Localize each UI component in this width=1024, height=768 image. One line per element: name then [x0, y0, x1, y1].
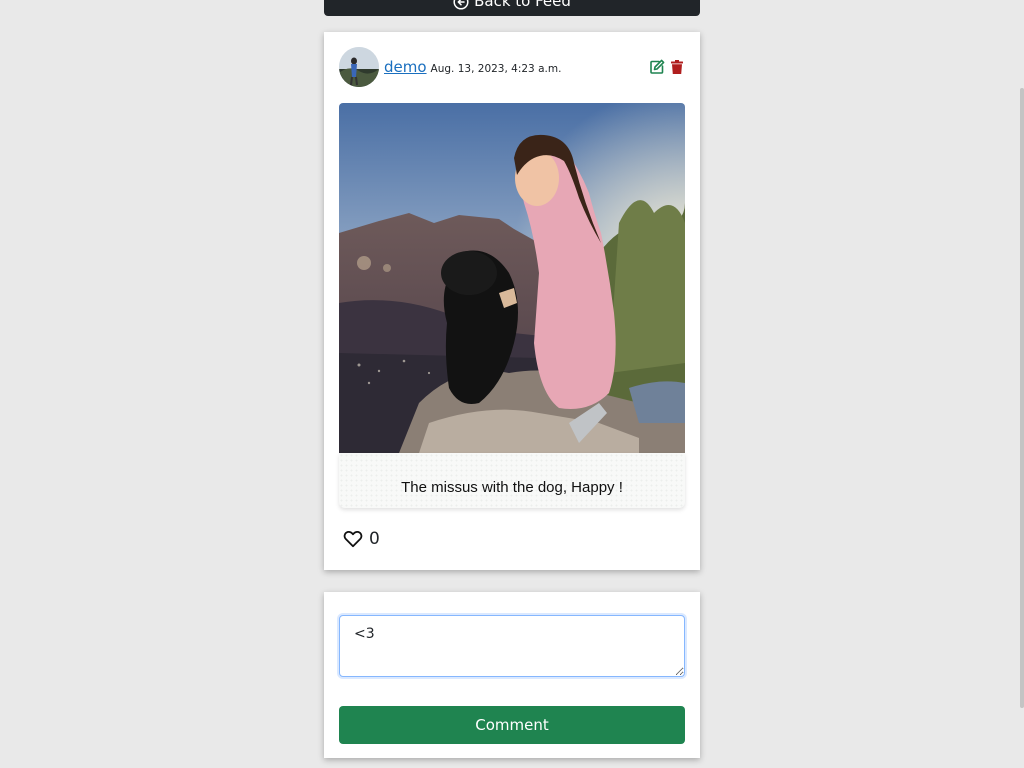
page-scrollbar[interactable] — [1020, 88, 1024, 708]
comment-card: Comment — [324, 592, 700, 758]
post-header: demo Aug. 13, 2023, 4:23 a.m. — [339, 47, 685, 87]
comment-input[interactable] — [339, 615, 685, 677]
caption-box: The missus with the dog, Happy ! — [339, 453, 685, 508]
comment-button[interactable]: Comment — [339, 706, 685, 744]
post-card: demo Aug. 13, 2023, 4:23 a.m. The missus… — [324, 32, 700, 570]
back-to-feed-button[interactable]: Back to Feed — [324, 0, 700, 16]
post-author-link[interactable]: demo — [384, 58, 427, 76]
heart-outline-icon[interactable] — [343, 529, 363, 549]
post-caption: The missus with the dog, Happy ! — [401, 479, 623, 496]
avatar[interactable] — [339, 47, 379, 87]
edit-icon[interactable] — [649, 59, 665, 75]
post-timestamp: Aug. 13, 2023, 4:23 a.m. — [430, 62, 562, 75]
like-count: 0 — [369, 529, 380, 549]
arrow-left-circle-icon — [453, 0, 469, 10]
back-to-feed-label: Back to Feed — [474, 0, 571, 10]
like-section: 0 — [343, 529, 380, 549]
trash-icon[interactable] — [669, 59, 685, 75]
post-image — [339, 103, 685, 453]
post-actions — [649, 59, 685, 75]
